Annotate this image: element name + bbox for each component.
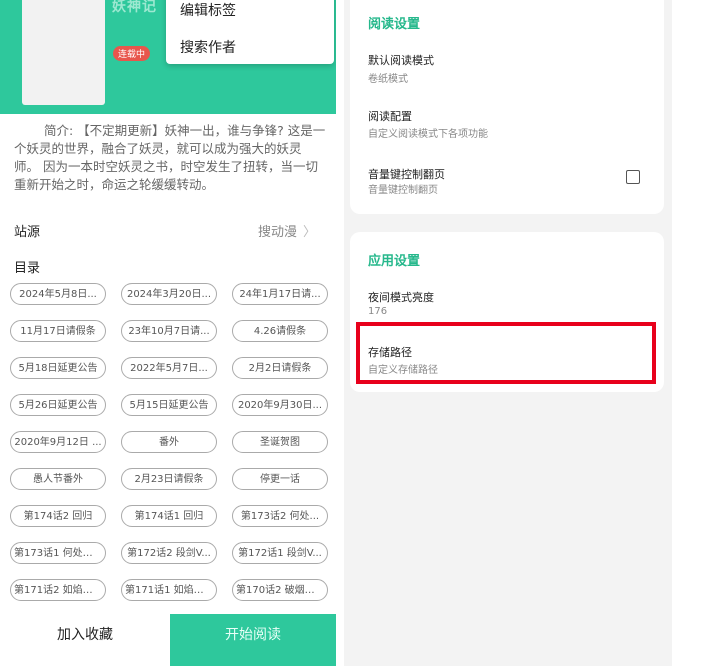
chapter-chip[interactable]: 2024年3月20日... bbox=[121, 283, 217, 305]
status-badge: 连载中 bbox=[113, 46, 151, 61]
book-intro: 简介: 【不定期更新】妖神一出，谁与争锋? 这是一个妖灵的世界，融合了妖灵，就可… bbox=[14, 123, 326, 192]
chapter-chip[interactable]: 2024年5月8日... bbox=[10, 283, 106, 305]
chapter-chip[interactable]: 停更一话 bbox=[232, 468, 328, 490]
default-mode-subtitle: 卷纸模式 bbox=[368, 74, 408, 85]
chevron-right-icon: 〉 bbox=[302, 225, 316, 240]
chapter-chip[interactable]: 愚人节番外 bbox=[10, 468, 106, 490]
volume-key-checkbox[interactable] bbox=[626, 170, 640, 184]
chapter-chip[interactable]: 第173话1 何处是... bbox=[10, 542, 106, 564]
chapter-chip[interactable]: 第171话2 如焰似... bbox=[10, 579, 106, 601]
settings-screen: 阅读设置 默认阅读模式 卷纸模式 阅读配置 自定义阅读模式下各项功能 音量键控制… bbox=[344, 0, 672, 666]
reading-config-title[interactable]: 阅读配置 bbox=[368, 108, 412, 124]
source-row[interactable]: 站源 搜动漫〉 bbox=[14, 221, 326, 240]
chapter-chip[interactable]: 第172话1 段剑V... bbox=[232, 542, 328, 564]
default-mode-title[interactable]: 默认阅读模式 bbox=[368, 52, 434, 68]
volume-key-subtitle: 音量键控制翻页 bbox=[368, 185, 438, 196]
chapter-chip[interactable]: 5月18日延更公告 bbox=[10, 357, 106, 379]
chapter-chip[interactable]: 24年1月17日请... bbox=[232, 283, 328, 305]
chapter-chip[interactable]: 5月26日延更公告 bbox=[10, 394, 106, 416]
app-settings-title: 应用设置 bbox=[368, 254, 421, 269]
add-favorite-button[interactable]: 加入收藏 bbox=[0, 614, 170, 666]
source-value: 搜动漫 bbox=[257, 225, 297, 240]
chapter-chip[interactable]: 第171话1 如焰似... bbox=[121, 579, 217, 601]
bottom-bar: 加入收藏 开始阅读 bbox=[0, 614, 336, 666]
chapter-chip[interactable]: 第173话2 何处... bbox=[232, 505, 328, 527]
chapter-chip[interactable]: 2月23日请假条 bbox=[121, 468, 217, 490]
chapter-chip[interactable]: 2020年9月30日... bbox=[232, 394, 328, 416]
chapter-chip[interactable]: 第172话2 段剑V... bbox=[121, 542, 217, 564]
book-header: 妖神记 连载中 编辑标签 搜索作者 bbox=[0, 0, 336, 114]
night-brightness-value: 176 bbox=[368, 306, 388, 317]
source-label: 站源 bbox=[14, 225, 41, 240]
chapter-chip[interactable]: 2020年9月12日 ... bbox=[10, 431, 106, 453]
source-value-wrap: 搜动漫〉 bbox=[258, 221, 316, 240]
chapter-chip[interactable]: 2月2日请假条 bbox=[232, 357, 328, 379]
chapter-chip[interactable]: 23年10月7日请... bbox=[121, 320, 217, 342]
reading-settings-card: 阅读设置 默认阅读模式 卷纸模式 阅读配置 自定义阅读模式下各项功能 音量键控制… bbox=[350, 0, 664, 214]
toc-label: 目录 bbox=[14, 261, 41, 276]
book-cover[interactable] bbox=[22, 0, 105, 105]
night-brightness-title[interactable]: 夜间模式亮度 bbox=[368, 289, 434, 305]
volume-key-title[interactable]: 音量键控制翻页 bbox=[368, 166, 445, 182]
chapter-chip[interactable]: 第174话1 回归 bbox=[121, 505, 217, 527]
reading-settings-title: 阅读设置 bbox=[368, 17, 421, 32]
storage-path-highlight bbox=[356, 322, 656, 384]
chapter-chip[interactable]: 圣诞贺图 bbox=[232, 431, 328, 453]
menu-item-edit-tags[interactable]: 编辑标签 bbox=[180, 0, 236, 20]
chapter-chip[interactable]: 番外 bbox=[121, 431, 217, 453]
reading-config-subtitle: 自定义阅读模式下各项功能 bbox=[368, 129, 488, 140]
chapter-chip[interactable]: 5月15日延更公告 bbox=[121, 394, 217, 416]
chapter-chip[interactable]: 第174话2 回归 bbox=[10, 505, 106, 527]
chapter-chip[interactable]: 第170话2 破烟花... bbox=[232, 579, 328, 601]
chapter-chip[interactable]: 11月17日请假条 bbox=[10, 320, 106, 342]
start-reading-button[interactable]: 开始阅读 bbox=[170, 614, 336, 666]
book-detail-screen: 妖神记 连载中 编辑标签 搜索作者 简介: 【不定期更新】妖神一出，谁与争锋? … bbox=[0, 0, 336, 666]
chapter-chip[interactable]: 2022年5月7日... bbox=[121, 357, 217, 379]
book-title-fragment: 妖神记 bbox=[112, 0, 157, 15]
overflow-menu: 编辑标签 搜索作者 bbox=[166, 0, 334, 64]
chapter-chip[interactable]: 4.26请假条 bbox=[232, 320, 328, 342]
menu-item-search-author[interactable]: 搜索作者 bbox=[180, 37, 236, 57]
